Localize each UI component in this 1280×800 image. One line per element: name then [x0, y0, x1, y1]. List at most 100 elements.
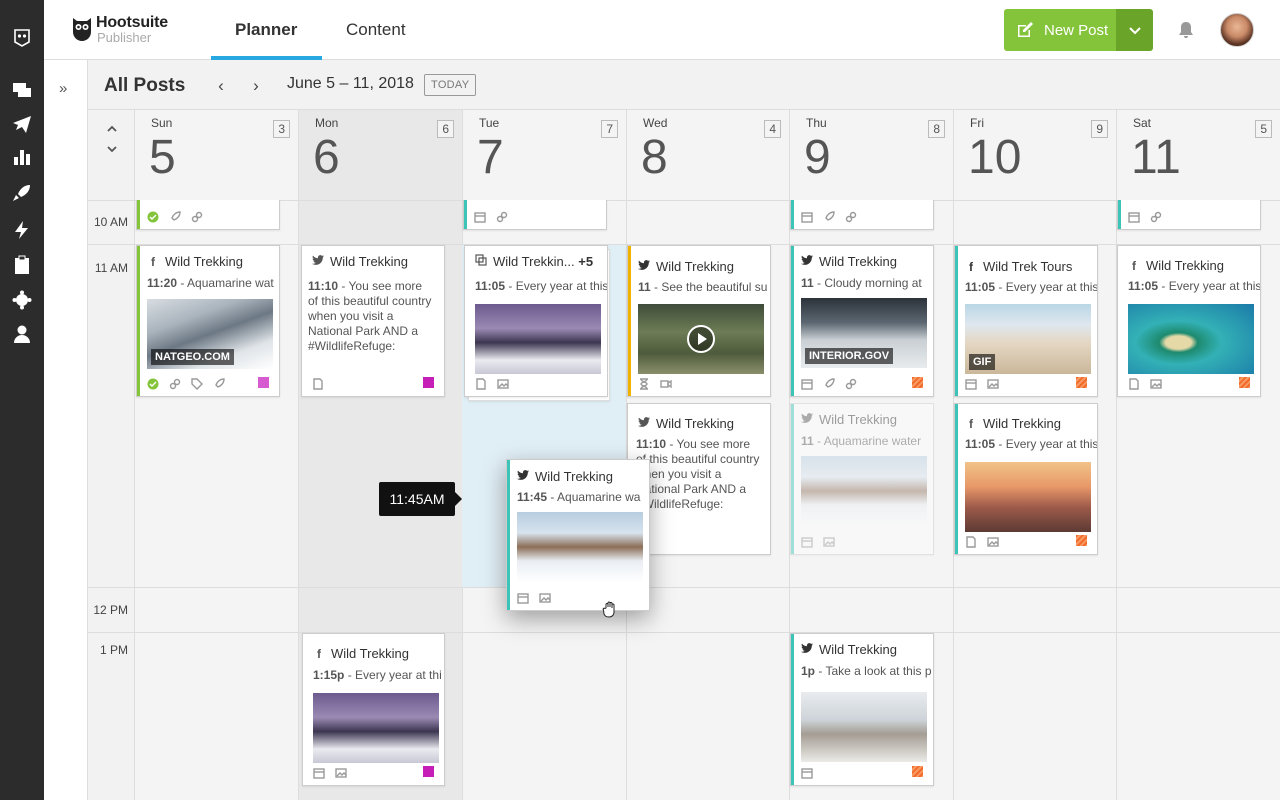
- post-card[interactable]: Wild Trekking 11:10 - You see more of th…: [301, 245, 445, 397]
- post-time: 11:20: [147, 276, 178, 290]
- hootsuite-logo[interactable]: Hootsuite Publisher: [72, 14, 168, 44]
- card-footer: [638, 378, 672, 390]
- post-card[interactable]: [790, 200, 934, 230]
- new-post-dropdown-button[interactable]: [1116, 9, 1153, 51]
- day-number: 8: [641, 131, 668, 184]
- post-count-badge: 5: [1255, 120, 1272, 138]
- card-time-line: 11:20 - Aquamarine wat: [147, 276, 274, 290]
- post-card[interactable]: f Wild Trekking 1:15p - Every year at thi: [302, 633, 445, 786]
- post-text: - Every year at this: [998, 280, 1098, 294]
- boost-icon[interactable]: [12, 183, 32, 203]
- profile-icon[interactable]: [12, 324, 32, 344]
- card-time-line: 11:05 - Every year at this: [1128, 279, 1260, 293]
- logo-name: Hootsuite: [96, 14, 168, 31]
- card-time-line: 11:05 - Every year at this: [965, 437, 1097, 451]
- account-name: Wild Trekking: [656, 259, 735, 274]
- today-button[interactable]: TODAY: [424, 74, 477, 96]
- next-week-button[interactable]: ›: [248, 76, 264, 96]
- date-range: June 5 – 11, 2018: [287, 75, 414, 92]
- post-count-badge: 4: [764, 120, 781, 138]
- dragged-post-card[interactable]: Wild Trekking 11:45 - Aquamarine wa: [506, 459, 650, 611]
- chevron-down-icon: [1128, 27, 1141, 35]
- post-card[interactable]: Wild Trekking 11 - Cloudy morning at INT…: [790, 245, 934, 397]
- post-card[interactable]: f Wild Trekking 11:05 - Every year at thi…: [1117, 245, 1261, 397]
- calendar-icon: [313, 768, 325, 779]
- expand-sidebar-button[interactable]: »: [59, 80, 67, 97]
- facebook-icon: f: [969, 259, 973, 274]
- post-card-group[interactable]: Wild Trekkin... +5 11:05 - Every year at…: [464, 245, 608, 397]
- streams-icon[interactable]: [12, 80, 32, 100]
- link-icon: [1150, 211, 1162, 223]
- post-card[interactable]: [463, 200, 607, 230]
- post-card[interactable]: [136, 200, 280, 230]
- post-image: [801, 692, 927, 762]
- assignments-icon[interactable]: [12, 255, 32, 275]
- card-body: 11:10 - You see more of this beautiful c…: [636, 437, 761, 512]
- play-icon[interactable]: [686, 324, 716, 354]
- card-header: f Wild Trekking: [147, 254, 243, 269]
- post-card[interactable]: f Wild Trekking 11:05 - Every year at thi…: [954, 403, 1098, 555]
- post-text: - Every year at this: [508, 279, 608, 293]
- secondary-sidebar: »: [44, 60, 88, 800]
- facebook-icon: f: [317, 646, 321, 661]
- scroll-down-icon[interactable]: [106, 142, 118, 154]
- compose-icon: [1018, 22, 1033, 37]
- drag-time-tooltip: 11:45AM: [379, 482, 462, 516]
- card-header: f Wild Trek Tours: [965, 259, 1072, 274]
- calendar-icon: [801, 768, 813, 779]
- post-card[interactable]: Wild Trekking 11 - See the beautiful su: [627, 245, 771, 397]
- account-name: Wild Trekking: [535, 469, 614, 484]
- facebook-icon: f: [151, 254, 155, 269]
- day-name: Tue: [479, 116, 500, 130]
- day-name: Mon: [315, 116, 339, 130]
- boost-icon: [825, 211, 835, 221]
- apps-icon[interactable]: [12, 290, 32, 310]
- post-time: 11: [801, 434, 814, 448]
- twitter-icon: [638, 416, 650, 431]
- color-tag: [258, 377, 269, 388]
- post-card[interactable]: f Wild Trekking 11:20 - Aquamarine wat NA…: [136, 245, 280, 397]
- calendar-icon: [1128, 212, 1140, 223]
- post-time: 11:05: [965, 437, 996, 451]
- link-icon: [169, 378, 181, 390]
- extra-count: +5: [578, 254, 594, 269]
- account-name: Wild Trekking: [819, 412, 898, 427]
- user-avatar[interactable]: [1220, 13, 1254, 47]
- post-card[interactable]: f Wild Trek Tours 11:05 - Every year at t…: [954, 245, 1098, 397]
- post-count-badge: 7: [601, 120, 618, 138]
- post-image: [313, 693, 439, 763]
- prev-week-button[interactable]: ‹: [213, 76, 229, 96]
- tab-content[interactable]: Content: [346, 20, 406, 40]
- card-footer: [147, 378, 225, 390]
- post-card[interactable]: Wild Trekking 1p - Take a look at this p: [790, 633, 934, 786]
- image-icon: [539, 593, 551, 603]
- time-label-1pm: 1 PM: [99, 643, 128, 657]
- grid-line: [88, 587, 1280, 588]
- post-text: - See the beautiful su: [654, 280, 768, 294]
- post-text: - Every year at thi: [347, 668, 442, 682]
- post-time: 11:45: [517, 490, 548, 504]
- tab-planner[interactable]: Planner: [235, 20, 297, 40]
- automation-icon[interactable]: [12, 220, 32, 240]
- post-card[interactable]: [1117, 200, 1261, 230]
- hootsuite-owl-icon[interactable]: [12, 28, 32, 48]
- twitter-icon: [638, 259, 650, 274]
- color-tag: [912, 766, 923, 777]
- card-header: Wild Trekking: [312, 254, 408, 269]
- notifications-bell-icon[interactable]: [1176, 20, 1196, 40]
- document-icon: [476, 378, 486, 390]
- card-header: f Wild Trekking: [1128, 258, 1224, 273]
- link-icon: [845, 211, 857, 223]
- card-header: Wild Trekking: [801, 412, 897, 427]
- boost-icon: [171, 211, 181, 221]
- publisher-icon[interactable]: [12, 114, 32, 134]
- day-name: Fri: [970, 116, 984, 130]
- analytics-icon[interactable]: [12, 147, 32, 167]
- image-icon: [987, 537, 999, 547]
- card-header: f Wild Trekking: [965, 416, 1061, 431]
- new-post-label: New Post: [1044, 21, 1109, 39]
- scroll-up-icon[interactable]: [106, 122, 118, 134]
- new-post-button[interactable]: New Post: [1004, 9, 1116, 51]
- account-name: Wild Trek Tours: [983, 259, 1073, 274]
- pending-hourglass-icon: [640, 378, 648, 390]
